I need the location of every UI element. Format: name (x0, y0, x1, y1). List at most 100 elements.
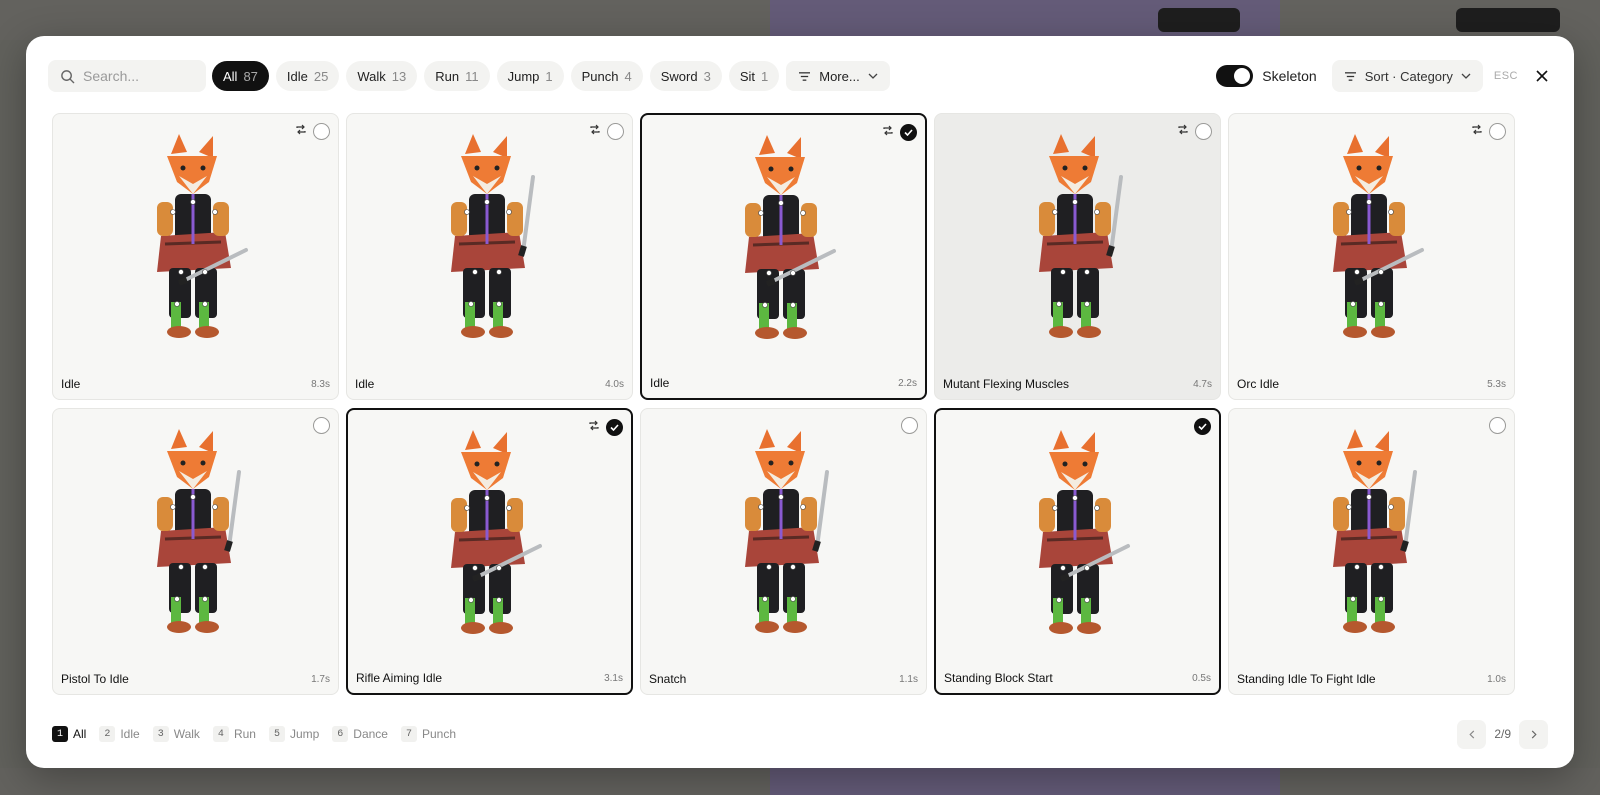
filter-chip-walk[interactable]: Walk 13 (346, 61, 418, 91)
sort-dropdown[interactable]: Sort · Category (1331, 60, 1483, 92)
preview-area (1229, 427, 1514, 667)
select-radio[interactable] (313, 122, 330, 140)
filter-chip-idle[interactable]: Idle 25 (275, 61, 340, 91)
search-box[interactable] (48, 60, 206, 92)
filter-chip-punch[interactable]: Punch 4 (570, 61, 643, 91)
category-shortcut-all[interactable]: 1 All (52, 726, 86, 742)
filter-chip-sit[interactable]: Sit 1 (728, 61, 780, 91)
select-radio[interactable] (606, 418, 623, 436)
loop-icon (883, 125, 893, 136)
category-shortcuts: 1 All 2 Idle 3 Walk 4 Run 5 Jump 6 Dance 7 Punch 2/9 (52, 719, 1548, 749)
checkmark-icon (904, 128, 913, 136)
category-shortcut-dance[interactable]: 6 Dance (332, 726, 388, 742)
filter-chips: All 87 Idle 25 Walk 13 Run 11 Jump 1 Punch 4 Sword 3 S… (212, 61, 786, 91)
card-controls (1471, 122, 1506, 140)
animation-duration: 8.3s (311, 379, 330, 390)
shortcut-key: 1 (52, 726, 68, 742)
select-radio[interactable] (607, 122, 624, 140)
fox-character-image (1332, 429, 1417, 633)
page-indicator: 2/9 (1494, 727, 1511, 741)
card-controls (588, 418, 623, 436)
prev-page-button[interactable] (1457, 719, 1487, 749)
filter-chip-count: 13 (391, 68, 407, 84)
filter-chip-count: 4 (624, 68, 632, 84)
loop-indicator (1471, 122, 1483, 140)
animation-picker-modal: All87Idle25Walk13Run11Jump1Punch4Sword3S… (26, 36, 1574, 768)
category-shortcut-punch[interactable]: 7 Punch (400, 726, 457, 742)
skeleton-toggle[interactable] (1216, 65, 1254, 87)
animation-name: Standing Block Start (944, 671, 1053, 685)
filter-chip-count: 1 (545, 68, 553, 84)
next-page-button[interactable] (1519, 719, 1548, 749)
card-controls (882, 123, 917, 141)
animation-card[interactable]: Standing Block Start 0.5s (934, 408, 1221, 695)
animation-card[interactable]: Pistol To Idle 1.7s (52, 408, 339, 695)
category-shortcut-jump[interactable]: 5 Jump (268, 726, 320, 742)
filter-chip-label: Walk (357, 68, 386, 84)
checkmark-icon (1198, 423, 1207, 430)
shortcut-key: 5 (268, 726, 285, 742)
filter-chip-label: Run (435, 68, 460, 84)
select-radio[interactable] (901, 417, 918, 434)
category-list: 1 All 2 Idle 3 Walk 4 Run 5 Jump 6 Dance 7 Punch (52, 726, 469, 742)
shortcut-key: 6 (332, 726, 349, 742)
animation-duration: 1.1s (899, 674, 918, 685)
filter-chip-jump[interactable]: Jump 1 (496, 61, 564, 91)
animation-card[interactable]: Standing Idle To Fight Idle 1.0s (1228, 408, 1515, 695)
animation-name: Idle (650, 376, 670, 390)
loop-icon (590, 124, 600, 135)
close-icon (1536, 70, 1548, 82)
more-filters-button[interactable]: More... (786, 61, 890, 91)
animation-card[interactable]: Idle 2.2s (640, 113, 927, 400)
animation-card[interactable]: Snatch 1.1s (640, 408, 927, 695)
skeleton-label: Skeleton (1262, 68, 1317, 84)
preview-area (641, 427, 926, 667)
card-controls (313, 417, 330, 434)
animation-card[interactable]: Mutant Flexing Muscles 4.7s (934, 113, 1221, 400)
more-filters-label: More... (819, 68, 860, 84)
filter-chip-all[interactable]: All 87 (212, 61, 269, 91)
shortcut-label: Dance (353, 727, 388, 741)
animation-card[interactable]: Rifle Aiming Idle 3.1s (346, 408, 633, 695)
animation-name: Snatch (649, 672, 687, 686)
select-radio[interactable] (900, 123, 917, 141)
fox-character-image (156, 429, 241, 633)
shortcut-label: Jump (289, 727, 320, 741)
preview-area (53, 132, 338, 372)
fox-character-image (450, 430, 542, 634)
animation-duration: 4.7s (1193, 379, 1212, 390)
animation-card[interactable]: Idle 4.0s (346, 113, 633, 400)
preview-area (642, 133, 925, 373)
close-button[interactable] (1532, 66, 1552, 86)
chevron-right-icon (1531, 729, 1537, 739)
shortcut-label: Punch (421, 727, 457, 741)
filter-chip-run[interactable]: Run 11 (424, 61, 490, 91)
animation-duration: 5.3s (1487, 379, 1506, 390)
select-radio[interactable] (1489, 122, 1506, 140)
animation-name: Standing Idle To Fight Idle (1237, 672, 1376, 686)
card-controls (295, 122, 330, 140)
search-input[interactable] (83, 68, 193, 84)
loop-icon (1472, 124, 1482, 135)
animation-grid: Idle 8.3s Idle 4.0s Idle 2.2s Mutant Flexing M… (52, 113, 1522, 695)
loop-indicator (589, 122, 601, 140)
card-controls (589, 122, 624, 140)
select-radio[interactable] (1489, 417, 1506, 434)
loop-indicator (882, 123, 894, 141)
animation-card[interactable]: Idle 8.3s (52, 113, 339, 400)
animation-card[interactable]: Orc Idle 5.3s (1228, 113, 1515, 400)
category-shortcut-run[interactable]: 4 Run (212, 726, 256, 742)
select-radio[interactable] (1195, 122, 1212, 140)
animation-duration: 2.2s (898, 378, 917, 389)
filter-chip-sword[interactable]: Sword 3 (649, 61, 722, 91)
card-controls (1489, 417, 1506, 434)
fox-character-image (1038, 134, 1123, 338)
category-shortcut-idle[interactable]: 2 Idle (99, 726, 140, 742)
fox-character-image (1038, 430, 1130, 634)
category-shortcut-walk[interactable]: 3 Walk (152, 726, 200, 742)
loop-indicator (1177, 122, 1189, 140)
filter-chip-count: 1 (761, 68, 769, 84)
select-radio[interactable] (313, 417, 330, 434)
select-radio[interactable] (1194, 418, 1211, 435)
filter-chip-count: 87 (243, 68, 258, 84)
